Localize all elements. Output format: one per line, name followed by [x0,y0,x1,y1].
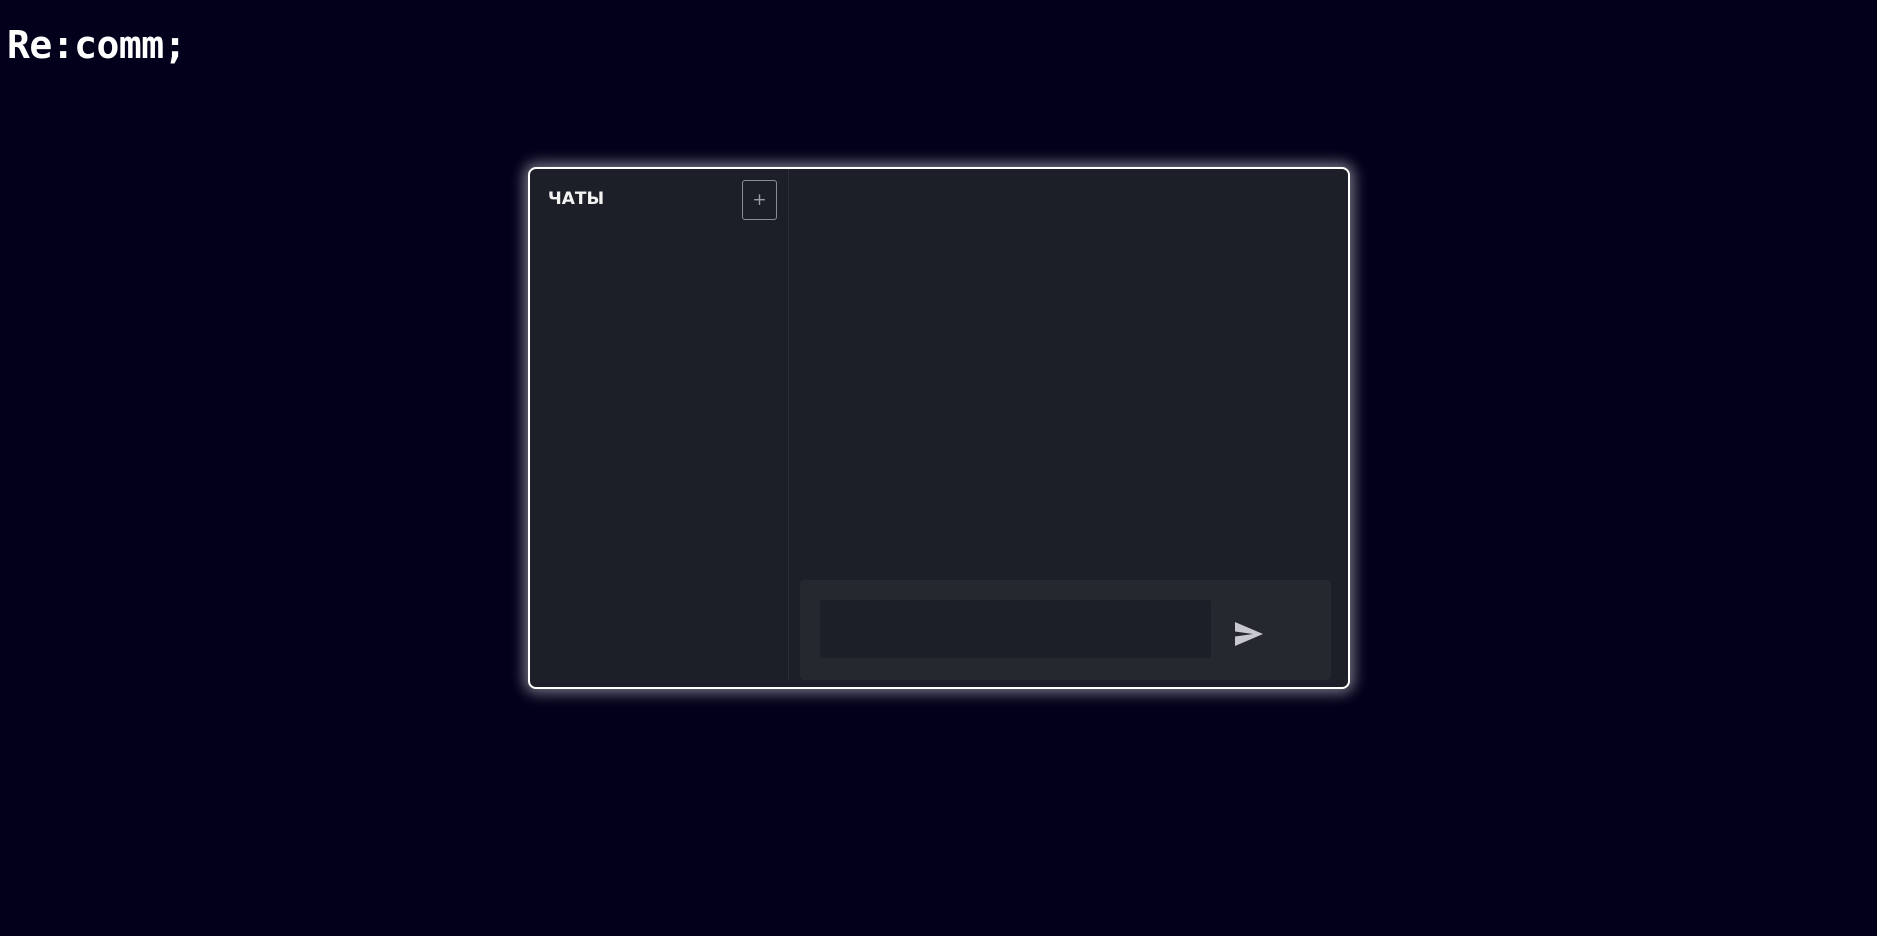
chat-sidebar: ЧАТЫ + [530,169,789,679]
app-logo: Re:comm; [7,23,187,67]
send-icon [1235,622,1263,646]
message-input[interactable] [820,600,1211,658]
send-button[interactable] [1225,605,1273,653]
message-composer [800,580,1331,680]
chat-window: ЧАТЫ + [528,167,1350,689]
new-chat-button[interactable]: + [742,180,777,220]
messages-area [788,169,1348,579]
chat-list [530,229,788,669]
sidebar-title: ЧАТЫ [548,189,605,209]
